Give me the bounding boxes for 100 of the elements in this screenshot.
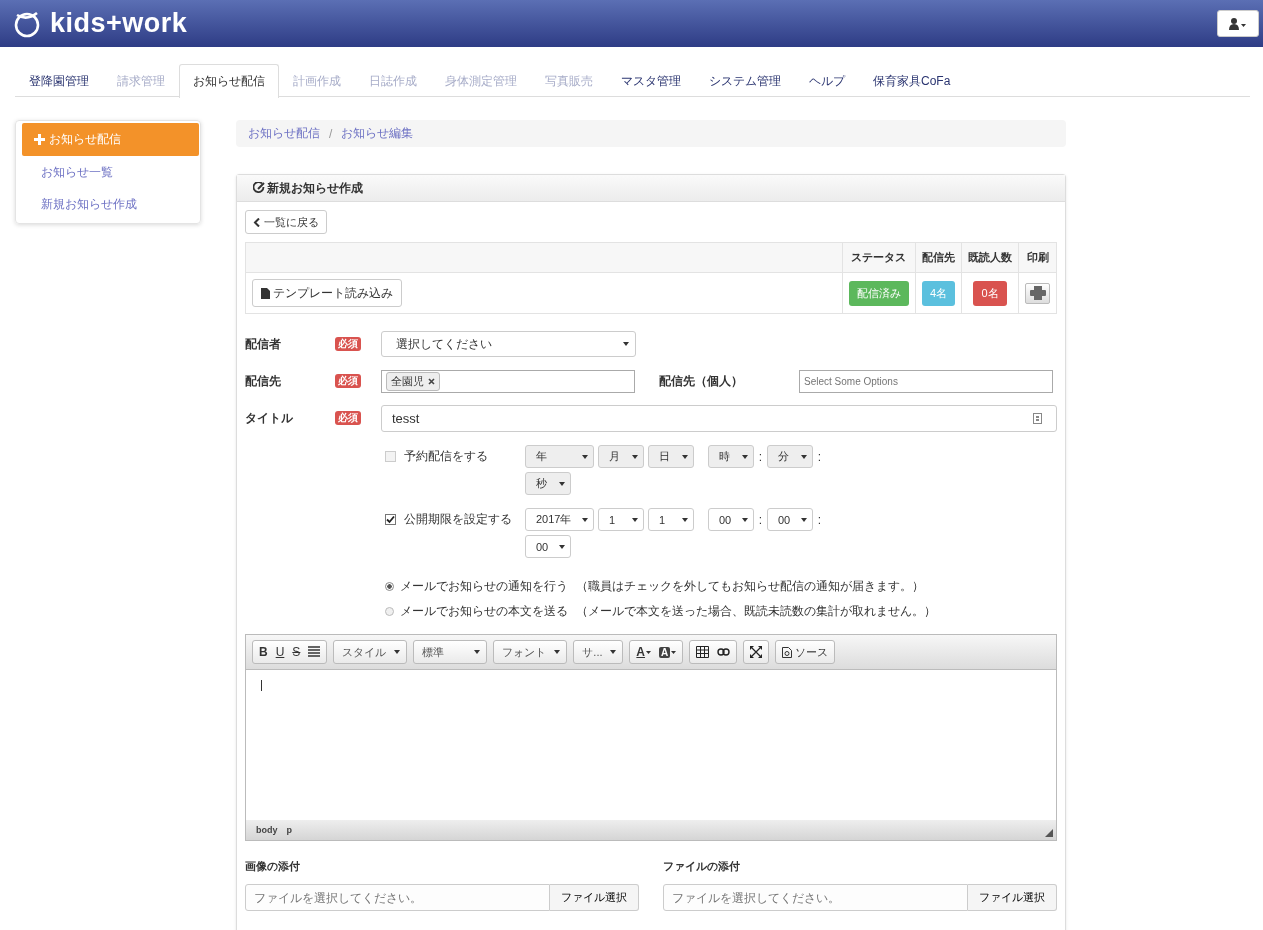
status-badge: 0名 (973, 280, 1007, 306)
date-select[interactable]: 2017年 (525, 508, 594, 531)
element-path-item[interactable]: body (256, 825, 278, 835)
document-icon (261, 287, 270, 299)
sender-select[interactable]: 選択してください (381, 331, 636, 357)
required-label: 必須 (335, 411, 361, 425)
field-label: 配信先 (245, 372, 282, 390)
radio-label: メールでお知らせの通知を行う (400, 578, 568, 595)
user-menu-button[interactable] (1217, 10, 1259, 37)
time-select[interactable]: 00 (708, 508, 754, 531)
radio-note: （職員はチェックを外してもお知らせ配信の通知が届きます。） (576, 578, 924, 595)
plus-icon (34, 133, 45, 145)
file-select-button[interactable]: ファイル選択 (968, 884, 1057, 911)
date-select[interactable]: 1 (598, 508, 644, 531)
time-select[interactable]: 00 (525, 535, 571, 558)
resize-handle-icon[interactable] (1045, 829, 1053, 837)
document-icon (782, 646, 793, 658)
radio-button[interactable] (385, 607, 394, 616)
caret-icon (632, 517, 638, 522)
time-select[interactable]: 秒 (525, 472, 571, 495)
checkbox-label: 公開期限を設定する (404, 511, 512, 528)
sidebar-item[interactable]: 新規お知らせ作成 (16, 188, 200, 221)
caret-icon (610, 650, 617, 654)
nav-tab[interactable]: システム管理 (695, 64, 795, 96)
column-header: 既読人数 (961, 242, 1019, 273)
status-badge: 4名 (921, 280, 955, 306)
nav-tab[interactable]: 登降園管理 (15, 64, 103, 96)
nav-tab[interactable]: 保育家具CoFa (859, 64, 965, 96)
element-path-item[interactable]: p (286, 825, 292, 835)
caret-icon (474, 650, 481, 654)
date-select[interactable]: 1 (648, 508, 694, 531)
caret-icon (559, 481, 565, 486)
caret-icon (671, 650, 677, 654)
breadcrumb-link[interactable]: お知らせ配信 (248, 125, 320, 142)
editor-dropdown[interactable]: 標準 (413, 640, 488, 664)
time-select[interactable]: 00 (767, 508, 813, 531)
caret-icon (394, 650, 401, 654)
remove-icon[interactable] (428, 377, 435, 385)
recipients-field[interactable]: 全園児 (381, 369, 635, 393)
format-button[interactable]: U (271, 641, 289, 663)
time-select[interactable]: 分 (767, 445, 813, 468)
color-button[interactable]: A (655, 641, 681, 663)
column-header: ステータス (842, 242, 916, 273)
personal-recipients-field[interactable]: Select Some Options (799, 369, 1053, 393)
user-icon (1229, 17, 1247, 30)
format-button[interactable]: S (288, 641, 305, 663)
nav-tab[interactable]: マスタ管理 (607, 64, 695, 96)
required-label: 必須 (335, 337, 361, 351)
editor-dropdown[interactable]: フォント (493, 640, 568, 664)
breadcrumb-link[interactable]: お知らせ編集 (341, 125, 414, 142)
status-badge: 配信済み (848, 280, 909, 306)
back-button[interactable]: 一覧に戻る (245, 210, 327, 234)
file-name-field[interactable]: ファイルを選択してください。 (663, 884, 968, 911)
caret-icon (801, 517, 807, 522)
editor-dropdown[interactable]: サ... (573, 640, 624, 664)
logo-text: kids+work (50, 8, 188, 39)
column-header: 配信先 (915, 242, 962, 273)
time-select[interactable]: 時 (708, 445, 754, 468)
date-select[interactable]: 年 (525, 445, 594, 468)
panel-title: 新規お知らせ作成 (267, 179, 363, 197)
caret-icon (559, 544, 565, 549)
color-button[interactable]: A (632, 641, 656, 663)
template-button[interactable]: テンプレート読み込み (252, 279, 402, 307)
caret-icon (801, 454, 807, 459)
attachment-label: ファイルの添付 (663, 859, 741, 874)
attachment-label: 画像の添付 (245, 859, 301, 874)
field-label: タイトル (245, 409, 294, 427)
caret-icon (742, 454, 748, 459)
nav-tab[interactable]: お知らせ配信 (179, 64, 279, 98)
edit-icon (253, 182, 265, 194)
breadcrumb-separator: / (329, 126, 333, 141)
time-separator: : (758, 512, 763, 527)
column-header: 印刷 (1018, 242, 1057, 273)
title-field[interactable]: tesst (381, 404, 1057, 432)
time-separator: : (817, 512, 822, 527)
file-name-field[interactable]: ファイルを選択してください。 (245, 884, 550, 911)
format-button[interactable]: B (255, 641, 272, 663)
caret-icon (682, 454, 688, 459)
caret-icon (632, 454, 638, 459)
nav-tab[interactable]: ヘルプ (795, 64, 859, 96)
caret-icon (554, 650, 561, 654)
sidebar-item[interactable]: お知らせ一覧 (16, 155, 200, 189)
caret-icon (582, 454, 588, 459)
date-select[interactable]: 月 (598, 445, 644, 468)
field-icon (1033, 412, 1042, 424)
radio-label: メールでお知らせの本文を送る (400, 603, 568, 620)
chevron-left-icon (253, 217, 261, 227)
caret-icon (646, 650, 652, 654)
file-select-button[interactable]: ファイル選択 (550, 884, 639, 911)
checkbox-label: 予約配信をする (404, 448, 488, 465)
print-button[interactable] (1025, 282, 1050, 304)
field-label: 配信先（個人） (659, 372, 744, 390)
lines-icon (308, 646, 321, 658)
recipient-tag[interactable]: 全園児 (386, 371, 440, 391)
field-label: 配信者 (245, 335, 282, 353)
editor-dropdown[interactable]: スタイル (333, 640, 408, 664)
checkbox[interactable] (385, 514, 396, 525)
time-separator: : (758, 449, 763, 464)
date-select[interactable]: 日 (648, 445, 694, 468)
radio-button[interactable] (385, 582, 394, 591)
